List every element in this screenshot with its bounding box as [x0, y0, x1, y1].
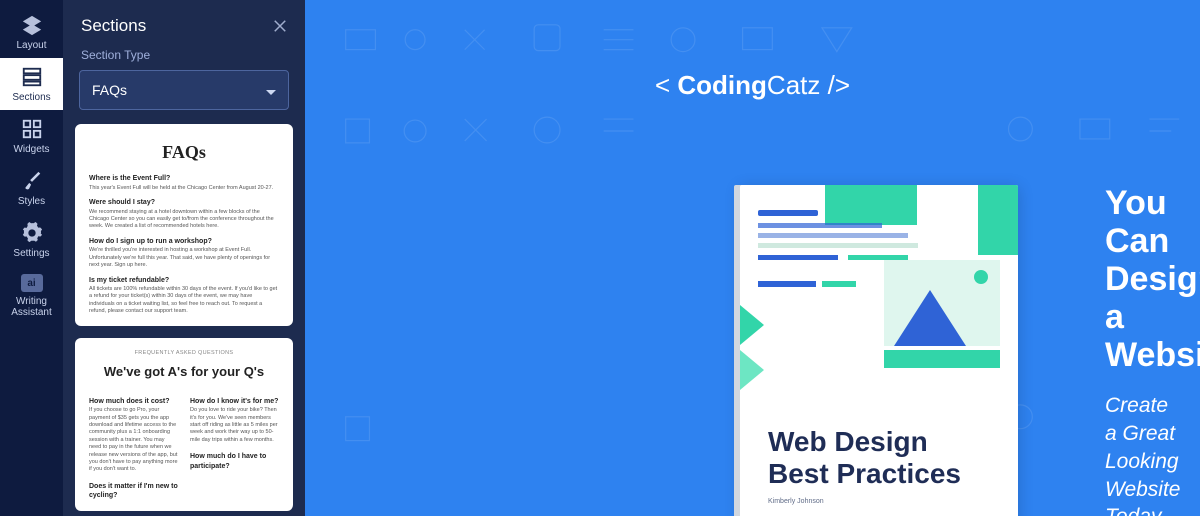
preview-canvas: < CodingCatz /> Web DesignBe — [305, 0, 1200, 516]
brush-icon — [21, 170, 43, 192]
preview-copy: You Can Design a Website! Create a Great… — [1105, 184, 1176, 516]
ai-icon: ai — [21, 274, 43, 292]
nav-label: Writing Assistant — [0, 296, 63, 318]
site-logo: < CodingCatz /> — [305, 70, 1200, 101]
nav-widgets[interactable]: Widgets — [0, 110, 63, 162]
template-heading: FAQs — [89, 140, 279, 164]
chevron-down-icon — [266, 85, 276, 95]
nav-styles[interactable]: Styles — [0, 162, 63, 214]
section-type-label: Section Type — [63, 48, 305, 70]
template-heading: We've got A's for your Q's — [89, 363, 279, 381]
nav-sections[interactable]: Sections — [0, 58, 63, 110]
nav-label: Widgets — [13, 144, 49, 155]
book-author: Kimberly Johnson — [768, 498, 824, 505]
template-card[interactable]: FREQUENTLY ASKED QUESTIONS We've got A's… — [75, 338, 293, 511]
subhead: Create a Great Looking Website Today Wit… — [1105, 392, 1176, 516]
gear-icon — [21, 222, 43, 244]
nav-settings[interactable]: Settings — [0, 214, 63, 266]
sections-panel: Sections Section Type FAQs FAQs Where is… — [63, 0, 305, 516]
close-icon[interactable] — [271, 17, 289, 35]
section-type-dropdown[interactable]: FAQs — [79, 70, 289, 110]
book-art — [740, 185, 1018, 400]
layers-icon — [21, 14, 43, 36]
book-cover: Web DesignBest Practices Kimberly Johnso… — [740, 185, 1018, 516]
dropdown-value: FAQs — [92, 82, 127, 98]
widgets-icon — [21, 118, 43, 140]
panel-header: Sections — [63, 0, 305, 48]
template-list[interactable]: FAQs Where is the Event Full? This year'… — [63, 124, 305, 516]
book-title: Web DesignBest Practices — [768, 426, 961, 489]
main-nav: Layout Sections Widgets Styles Settings … — [0, 0, 63, 516]
nav-label: Settings — [13, 248, 49, 259]
nav-layout[interactable]: Layout — [0, 6, 63, 58]
template-card[interactable]: FAQs Where is the Event Full? This year'… — [75, 124, 293, 326]
nav-label: Sections — [12, 92, 50, 103]
sections-icon — [21, 66, 43, 88]
headline: You Can Design a Website! — [1105, 184, 1176, 374]
nav-label: Styles — [18, 196, 45, 207]
nav-label: Layout — [16, 40, 46, 51]
panel-title: Sections — [81, 16, 146, 36]
nav-writing-assistant[interactable]: ai Writing Assistant — [0, 266, 63, 326]
